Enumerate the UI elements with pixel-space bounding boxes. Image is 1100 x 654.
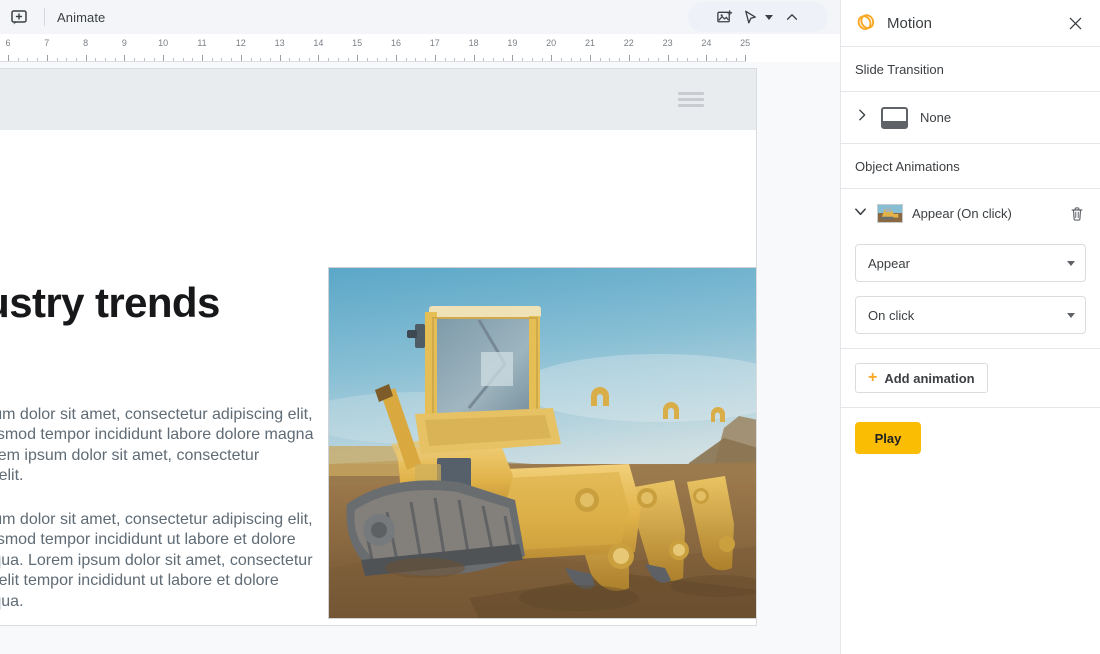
- chevron-down-icon[interactable]: [853, 204, 868, 224]
- trash-icon[interactable]: [1066, 203, 1088, 225]
- add-animation-button[interactable]: + Add animation: [855, 363, 988, 393]
- slide-image-bulldozer[interactable]: [328, 267, 756, 619]
- ruler-label: 20: [546, 38, 557, 48]
- ruler-label: 19: [507, 38, 518, 48]
- motion-panel: Motion Slide Transition None Object Anim…: [840, 0, 1100, 654]
- slide-body: Industry trends Lorem ipsum dolor sit am…: [0, 130, 756, 625]
- chevron-up-icon[interactable]: [780, 5, 804, 29]
- animation-effect-value: Appear: [868, 255, 910, 271]
- motion-panel-title: Motion: [887, 14, 933, 32]
- add-slide-icon[interactable]: [6, 4, 32, 30]
- plus-icon: +: [868, 369, 878, 386]
- ruler-label: 15: [352, 38, 363, 48]
- motion-icon: [855, 10, 877, 37]
- canvas-area[interactable]: Industry trends Lorem ipsum dolor sit am…: [0, 62, 840, 654]
- ruler-label: 17: [429, 38, 440, 48]
- slide-paragraph-2[interactable]: Lorem ipsum dolor sit amet, consectetur …: [0, 510, 323, 612]
- object-animations-section-label: Object Animations: [855, 158, 960, 174]
- ruler-label: 11: [197, 38, 207, 48]
- ruler-label: 12: [235, 38, 246, 48]
- ruler-label: 22: [623, 38, 634, 48]
- animation-item-row[interactable]: Appear (On click): [841, 189, 1100, 238]
- animation-trigger-dropdown[interactable]: On click: [855, 296, 1086, 334]
- slide-icon: [881, 106, 908, 129]
- toolbar-right-group: [688, 2, 828, 32]
- play-wrapper: Play: [841, 408, 1100, 468]
- slide-menu-lines-graphic: [678, 92, 704, 107]
- ruler-label: 14: [313, 38, 324, 48]
- ruler-label: 24: [701, 38, 712, 48]
- toolbar-left-group: Animate: [0, 0, 105, 34]
- app-window: Animate 6 7 8 9 10 11 12 13 14 15 16 17 …: [0, 0, 1100, 654]
- close-icon[interactable]: [1064, 12, 1086, 34]
- slide-paragraph-1[interactable]: Lorem ipsum dolor sit amet, consectetur …: [0, 405, 323, 487]
- ruler-ticks: 6 7 8 9 10 11 12 13 14 15 16 17 18 19 20 21 22 23 24 25: [0, 34, 840, 62]
- ruler-label: 9: [121, 38, 127, 48]
- animation-name-label: Appear (On click): [912, 206, 1057, 221]
- add-animation-wrapper: + Add animation: [841, 349, 1100, 407]
- animation-trigger-value: On click: [868, 307, 915, 323]
- select-tool-dropdown-caret[interactable]: [765, 14, 773, 20]
- chevron-down-icon: [1067, 312, 1075, 318]
- horizontal-ruler[interactable]: 6 7 8 9 10 11 12 13 14 15 16 17 18 19 20 21 22 23 24 25: [0, 34, 840, 62]
- slide-transition-row[interactable]: None: [841, 92, 1100, 143]
- ruler-label: 7: [44, 38, 50, 48]
- ruler-label: 16: [390, 38, 402, 48]
- ruler-label: 13: [274, 38, 285, 48]
- motion-panel-header: Motion: [841, 0, 1100, 46]
- ruler-label: 23: [662, 38, 673, 48]
- animation-effect-name: Appear: [912, 206, 954, 221]
- slide-header-band: [0, 69, 756, 130]
- slide-heading[interactable]: Industry trends: [0, 279, 343, 326]
- slide-editor: Animate 6 7 8 9 10 11 12 13 14 15 16 17 …: [0, 0, 840, 654]
- slide-transition-value: None: [920, 110, 952, 125]
- add-animation-label: Add animation: [884, 370, 975, 386]
- insert-image-icon[interactable]: [712, 5, 736, 29]
- select-cursor-icon[interactable]: [738, 5, 762, 29]
- toolbar-divider: [44, 8, 45, 26]
- play-button[interactable]: Play: [855, 422, 921, 454]
- animation-trigger-hint: (On click): [956, 206, 1012, 221]
- ruler-label: 6: [5, 38, 11, 48]
- chevron-right-icon[interactable]: [855, 108, 869, 127]
- document-title: Animate: [57, 9, 106, 25]
- slide-canvas[interactable]: Industry trends Lorem ipsum dolor sit am…: [0, 68, 757, 626]
- chevron-down-icon: [1067, 260, 1075, 266]
- ruler-label: 25: [740, 38, 751, 48]
- slide-transition-section-label: Slide Transition: [855, 61, 944, 77]
- ruler-label: 10: [158, 38, 169, 48]
- animation-target-thumbnail: [877, 204, 903, 223]
- ruler-label: 21: [584, 38, 596, 48]
- ruler-label: 18: [468, 38, 479, 48]
- top-toolbar: Animate: [0, 0, 840, 34]
- animation-effect-dropdown[interactable]: Appear: [855, 244, 1086, 282]
- ruler-label: 8: [83, 38, 89, 48]
